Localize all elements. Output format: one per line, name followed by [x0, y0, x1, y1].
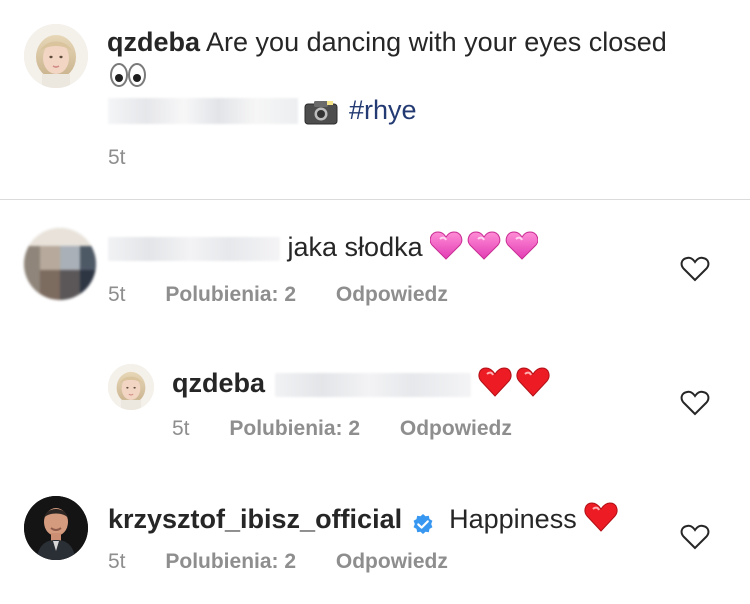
comment-2-like-button[interactable] — [680, 390, 710, 416]
profile-photo — [24, 24, 88, 88]
comment-1-text: jaka słodka — [287, 232, 423, 263]
comment-2-reply-button[interactable]: Odpowiedz — [400, 417, 512, 440]
heart-outline-icon — [680, 390, 710, 416]
comment-3-text: Happiness — [449, 504, 577, 535]
red-heart-icon — [584, 500, 620, 542]
divider — [0, 199, 750, 200]
caption-time: 5t — [108, 146, 126, 169]
comment-1-reply-button[interactable]: Odpowiedz — [336, 283, 448, 306]
comment-3-line: krzysztof_ibisz_official Happiness — [108, 500, 620, 542]
caption-avatar[interactable] — [24, 24, 88, 88]
profile-photo — [108, 364, 154, 410]
comment-3-like-button[interactable] — [680, 524, 710, 550]
heart-outline-icon — [680, 524, 710, 550]
comment-3-reply-button[interactable]: Odpowiedz — [336, 550, 448, 573]
comment-2-hidden-mention — [274, 373, 471, 397]
comment-1-like-button[interactable] — [680, 256, 710, 282]
comment-1-avatar[interactable] — [24, 228, 96, 300]
eyes-icon — [108, 60, 148, 90]
red-heart-icon — [478, 364, 552, 406]
comment-1-line: jaka słodka — [108, 228, 539, 270]
comment-1-time: 5t — [108, 283, 126, 306]
pink-heart-icon — [429, 228, 539, 270]
comment-3-likes[interactable]: Polubienia: 2 — [165, 550, 296, 573]
verified-icon — [412, 510, 434, 534]
comment-3-avatar[interactable] — [24, 496, 88, 560]
comment-3-username[interactable]: krzysztof_ibisz_official — [108, 504, 402, 534]
profile-photo — [24, 496, 88, 560]
comment-2-line: qzdeba — [172, 364, 552, 406]
comment-2-meta: 5t Polubienia: 2 Odpowiedz — [172, 416, 512, 442]
comment-2-username[interactable]: qzdeba — [172, 368, 265, 398]
blurred-photo — [24, 228, 96, 300]
comment-2-time: 5t — [172, 417, 190, 440]
caption-hashtag[interactable]: #rhye — [349, 94, 417, 127]
caption-body: Are you dancing with your eyes closed — [206, 27, 667, 57]
comment-3-time: 5t — [108, 550, 126, 573]
caption-text: qzdeba Are you dancing with your eyes cl… — [107, 26, 727, 59]
comment-1-likes[interactable]: Polubienia: 2 — [165, 283, 296, 306]
comment-2-likes[interactable]: Polubienia: 2 — [229, 417, 360, 440]
reply-avatar[interactable] — [108, 364, 154, 410]
comment-1-hidden-username[interactable] — [108, 237, 280, 261]
camera-icon — [304, 99, 338, 125]
heart-outline-icon — [680, 256, 710, 282]
comment-3-meta: 5t Polubienia: 2 Odpowiedz — [108, 549, 448, 575]
comment-1-meta: 5t Polubienia: 2 Odpowiedz — [108, 282, 448, 308]
caption-username[interactable]: qzdeba — [107, 27, 200, 57]
caption-meta: 5t — [108, 145, 126, 171]
redacted-mention — [108, 98, 298, 124]
